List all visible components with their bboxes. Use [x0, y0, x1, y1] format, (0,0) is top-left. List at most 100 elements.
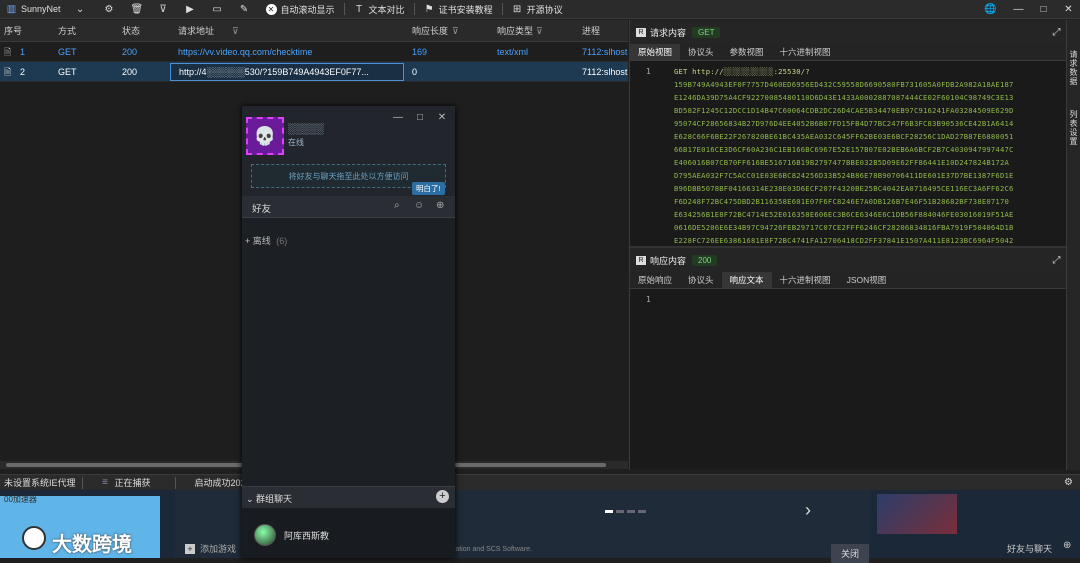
tab-raw-response[interactable]: 原始响应 [630, 272, 680, 288]
filter-icon[interactable]: ⊽ [158, 4, 169, 15]
response-panel-header: R 响应内容 200 ⤢ [630, 248, 1066, 272]
ad-thumbnail[interactable]: 00加速器 大数跨境 [0, 495, 160, 558]
hex-line: E1246DA39D75A4CF92270085480110D6D43E1433… [674, 93, 1014, 102]
request-tabs: 原始视图 协议头 参数视图 十六进制视图 [630, 44, 1066, 61]
row-url: https://vv.video.qq.com/checktime [178, 47, 313, 57]
group-chat-header[interactable]: ⌄ 群组聊天 + [242, 486, 455, 508]
hex-line: B96DBB5078BF04166314E238E03D6ECF207F4320… [674, 184, 1014, 193]
app-logo-icon: ▥ [6, 3, 17, 15]
request-first-line: GET http://░░░░░░░░░░░:25530/? [674, 67, 810, 76]
response-text-content[interactable]: 1 [630, 289, 1066, 469]
play-icon[interactable]: ▶ [185, 4, 196, 15]
hex-line: BD582F1245C12DCC1D14B47C60064CDB2DC26D4C… [674, 106, 1014, 115]
tab-request-data[interactable]: 请求数据 [1069, 50, 1079, 86]
close-icon[interactable]: ✕ [1063, 4, 1074, 15]
status-bar: 未设置系统IE代理 ≡ 正在捕获 启动成功202 ⚙ [0, 474, 1080, 490]
add-friend-icon[interactable]: ⊕ [1063, 540, 1071, 551]
contact-name: 阿库西斯教 [284, 531, 330, 541]
tab-headers[interactable]: 协议头 [680, 44, 722, 60]
pen-icon[interactable]: ✎ [239, 4, 250, 15]
user-icon[interactable]: ☺ [414, 200, 424, 211]
offline-group[interactable]: + 离线 (6) [245, 234, 287, 247]
row-length: 0 [412, 67, 418, 77]
hex-line: E634256B1E8F72BC4714E52E016358E606EC3B6C… [674, 210, 1014, 219]
hex-line: E228FC726EE63861681E8F72BC4741FA12706418… [674, 236, 1014, 245]
request-icon: R [636, 27, 646, 37]
table-row[interactable]: 🗎 2 GET 200 http://4░░░░░░530/?159B749A4… [0, 62, 628, 82]
list-item[interactable]: 阿库西斯教 [242, 508, 455, 558]
tab-hex[interactable]: 十六进制视图 [772, 44, 839, 60]
capture-status[interactable]: 正在捕获 [115, 476, 151, 489]
tab-hex[interactable]: 十六进制视图 [772, 272, 839, 288]
avatar[interactable]: 💀 [246, 117, 284, 155]
request-raw-content[interactable]: 1 GET http://░░░░░░░░░░░:25530/? 159B749… [630, 61, 1066, 246]
status-divider [174, 476, 176, 489]
game-thumbnail[interactable] [877, 494, 957, 534]
add-game-label: 添加游戏 [200, 544, 237, 554]
auto-scroll-label: 自动滚动显示 [280, 4, 335, 15]
filter-icon[interactable]: ⊽ [452, 20, 459, 42]
store-sidebar: 好友与聊天 ⊕ [875, 490, 1080, 558]
add-friend-icon[interactable]: ⊕ [436, 200, 444, 211]
filter-icon[interactable]: ⊽ [536, 20, 543, 42]
tab-response-text[interactable]: 响应文本 [721, 272, 772, 288]
row-id: 1 [20, 47, 26, 57]
col-header-length[interactable]: 响应长度 [412, 20, 448, 42]
minimize-icon[interactable]: — [1013, 4, 1024, 15]
col-header-process[interactable]: 进程 [582, 20, 600, 42]
app-name: SunnyNet [21, 4, 61, 14]
col-header-id[interactable]: 序号 [4, 20, 22, 42]
proxy-status: 未设置系统IE代理 [4, 478, 76, 488]
maximize-icon[interactable]: □ [414, 112, 426, 124]
row-id: 2 [20, 67, 26, 77]
tab-raw-view[interactable]: 原始视图 [630, 44, 681, 60]
maximize-icon[interactable]: □ [1038, 4, 1049, 15]
expand-icon[interactable]: ⤢ [1051, 27, 1062, 38]
tab-list-settings[interactable]: 列表设置 [1069, 110, 1079, 146]
user-name[interactable]: ░░░░░ [288, 124, 323, 135]
minimize-icon[interactable]: — [392, 112, 404, 124]
text-compare-button[interactable]: T 文本对比 [348, 0, 411, 19]
col-header-status[interactable]: 状态 [122, 20, 140, 42]
chevron-right-icon[interactable]: › [805, 500, 811, 521]
got-it-button[interactable]: 明白了! [412, 182, 445, 195]
line-number: 1 [646, 295, 651, 304]
search-icon[interactable]: ⌕ [394, 200, 400, 211]
tab-json[interactable]: JSON视图 [839, 272, 895, 288]
globe-icon[interactable]: 🌐 [984, 4, 996, 15]
settings-icon[interactable]: ⚙ [1063, 477, 1074, 488]
monitor-icon[interactable]: ▭ [212, 4, 223, 15]
close-circle-icon: ✕ [265, 3, 277, 15]
hex-line: E628C66F6BE22F267820BE61BC435AEA032C645F… [674, 132, 1014, 141]
table-row[interactable]: 🗎 1 GET 200 https://vv.video.qq.com/chec… [0, 42, 628, 62]
col-header-method[interactable]: 方式 [58, 20, 76, 42]
status-divider [81, 476, 83, 489]
auto-scroll-toggle[interactable]: ✕ 自动滚动显示 [260, 0, 341, 19]
add-game-button[interactable]: + 添加游戏 [185, 542, 236, 555]
tab-params[interactable]: 参数视图 [722, 44, 772, 60]
add-group-icon[interactable]: + [436, 490, 449, 503]
app-title: ▥ SunnyNet ⌄ [0, 0, 96, 19]
ad-subtitle: 00加速器 [4, 495, 37, 504]
row-process: 7112:slhost [582, 67, 628, 77]
row-length: 169 [412, 47, 428, 57]
user-status: 在线 [288, 138, 304, 147]
expand-icon[interactable]: ⤢ [1051, 255, 1062, 266]
row-url-editor[interactable]: http://4░░░░░░530/?159B749A4943EF0F77... [170, 63, 404, 81]
carousel-dots[interactable] [605, 510, 651, 514]
chevron-down-icon[interactable]: ⌄ [75, 4, 86, 15]
trash-icon[interactable]: 🗑 [131, 4, 144, 15]
request-panel-header: R 请求内容 GET ⤢ [630, 20, 1066, 44]
col-header-type[interactable]: 响应类型 [497, 20, 533, 42]
friends-chat-button[interactable]: 好友与聊天 [1007, 542, 1052, 555]
close-icon[interactable]: ✕ [436, 112, 448, 124]
gear-icon[interactable]: ⚙ [104, 4, 115, 15]
filter-icon[interactable]: ⊽ [232, 20, 239, 42]
open-source-button[interactable]: ⊞ 开源协议 [506, 0, 569, 19]
cert-install-label: 证书安装教程 [438, 4, 493, 15]
close-button[interactable]: 关闭 [831, 544, 870, 563]
cert-install-button[interactable]: ⚑ 证书安装教程 [418, 0, 499, 19]
footer-text: ration and SCS Software. [453, 546, 532, 553]
col-header-url[interactable]: 请求地址 [178, 20, 214, 42]
tab-headers[interactable]: 协议头 [680, 272, 722, 288]
